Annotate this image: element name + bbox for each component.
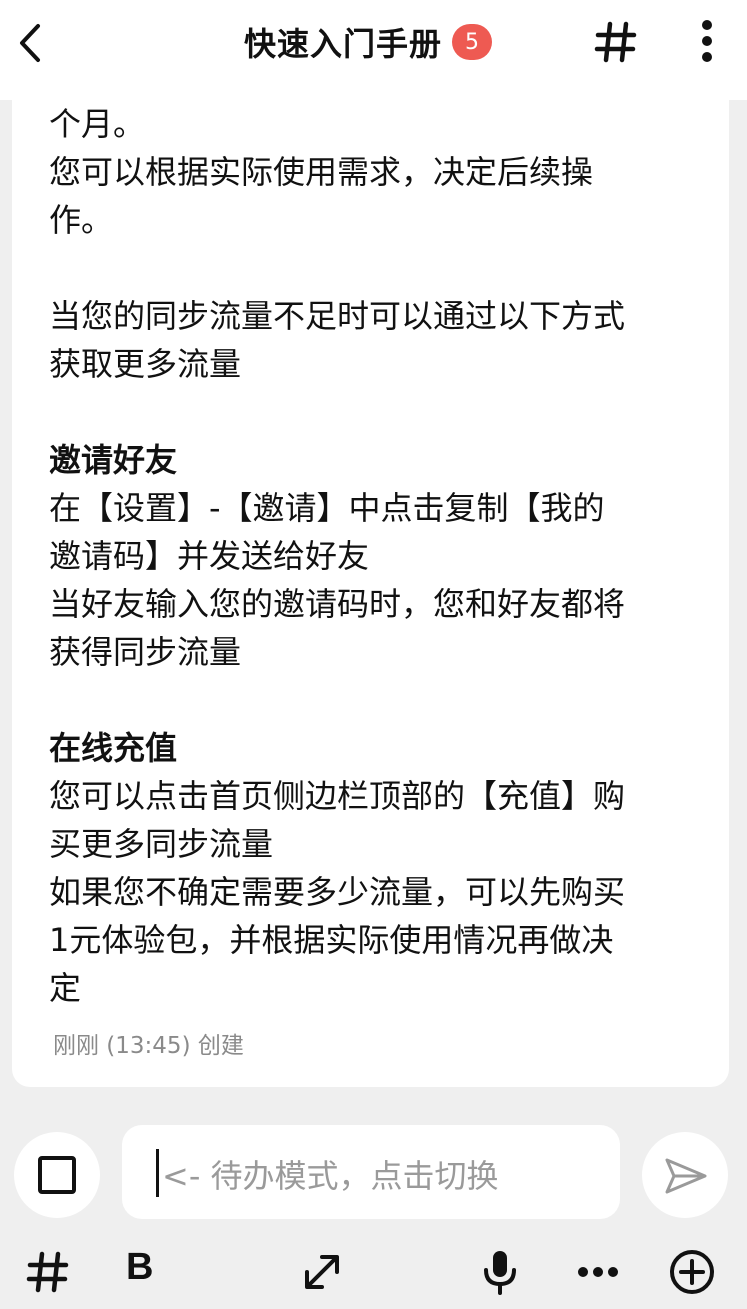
- note-line: 作。: [49, 201, 114, 239]
- more-vertical-icon: [702, 20, 712, 62]
- send-button[interactable]: [642, 1132, 728, 1218]
- text-caret: [156, 1149, 159, 1197]
- note-line: 获得同步流量: [49, 633, 242, 671]
- expand-icon: [305, 1255, 339, 1289]
- note-line: 获取更多流量: [49, 345, 242, 383]
- hashtag-button[interactable]: [24, 1248, 72, 1296]
- more-tools-button[interactable]: [574, 1248, 622, 1296]
- note-heading: 邀请好友: [49, 441, 178, 479]
- tag-button[interactable]: [594, 20, 638, 64]
- note-line: 您可以点击首页侧边栏顶部的【充值】购: [49, 777, 626, 815]
- back-button[interactable]: [10, 18, 50, 68]
- note-line: 1元体验包，并根据实际使用情况再做决: [49, 921, 614, 959]
- note-line: 在【设置】-【邀请】中点击复制【我的: [49, 489, 605, 527]
- note-line: 当您的同步流量不足时可以通过以下方式: [49, 297, 626, 335]
- note-content[interactable]: 个月。您可以根据实际使用需求，决定后续操 作。当您的同步流量不足时可以通过以下方式…: [49, 100, 709, 1012]
- note-line: 您可以根据实际使用需求，决定后续操: [49, 153, 594, 191]
- add-circle-icon: [670, 1250, 714, 1294]
- note-line: 买更多同步流量: [49, 825, 274, 863]
- note-line: 当好友输入您的邀请码时，您和好友都将: [49, 585, 626, 623]
- send-icon: [665, 1158, 707, 1194]
- note-line: 个月。: [49, 105, 146, 143]
- note-line: 定: [49, 969, 82, 1007]
- note-line: 如果您不确定需要多少流量，可以先购买: [49, 873, 626, 911]
- note-blank-line: [49, 244, 709, 292]
- microphone-icon: [484, 1251, 516, 1295]
- note-heading: 在线充值: [49, 729, 178, 767]
- chevron-left-icon: [20, 24, 40, 62]
- add-button[interactable]: [668, 1248, 716, 1296]
- hashtag-icon: [26, 1251, 69, 1293]
- top-bar: 快速入门手册 5: [0, 0, 747, 100]
- note-card[interactable]: 个月。您可以根据实际使用需求，决定后续操 作。当您的同步流量不足时可以通过以下方式…: [12, 100, 729, 1087]
- page-title: 快速入门手册: [244, 25, 443, 63]
- more-horizontal-icon: [578, 1267, 618, 1277]
- bold-button[interactable]: B: [126, 1246, 153, 1289]
- note-line: 邀请码】并发送给好友: [49, 537, 370, 575]
- note-blank-line: [49, 388, 709, 436]
- todo-mode-button[interactable]: [14, 1132, 100, 1218]
- count-badge: 5: [452, 24, 493, 60]
- title-group: 快速入门手册 5: [244, 20, 493, 64]
- created-timestamp: 刚刚 (13:45) 创建: [53, 1033, 244, 1059]
- more-options-button[interactable]: [690, 16, 724, 66]
- expand-button[interactable]: [298, 1248, 346, 1296]
- note-blank-line: [49, 676, 709, 724]
- hashtag-icon: [594, 21, 637, 63]
- note-input[interactable]: <- 待办模式，点击切换: [122, 1125, 620, 1219]
- bold-icon: B: [126, 1246, 154, 1288]
- checkbox-icon: [38, 1156, 76, 1194]
- input-placeholder: <- 待办模式，点击切换: [162, 1157, 499, 1195]
- voice-input-button[interactable]: [476, 1248, 524, 1296]
